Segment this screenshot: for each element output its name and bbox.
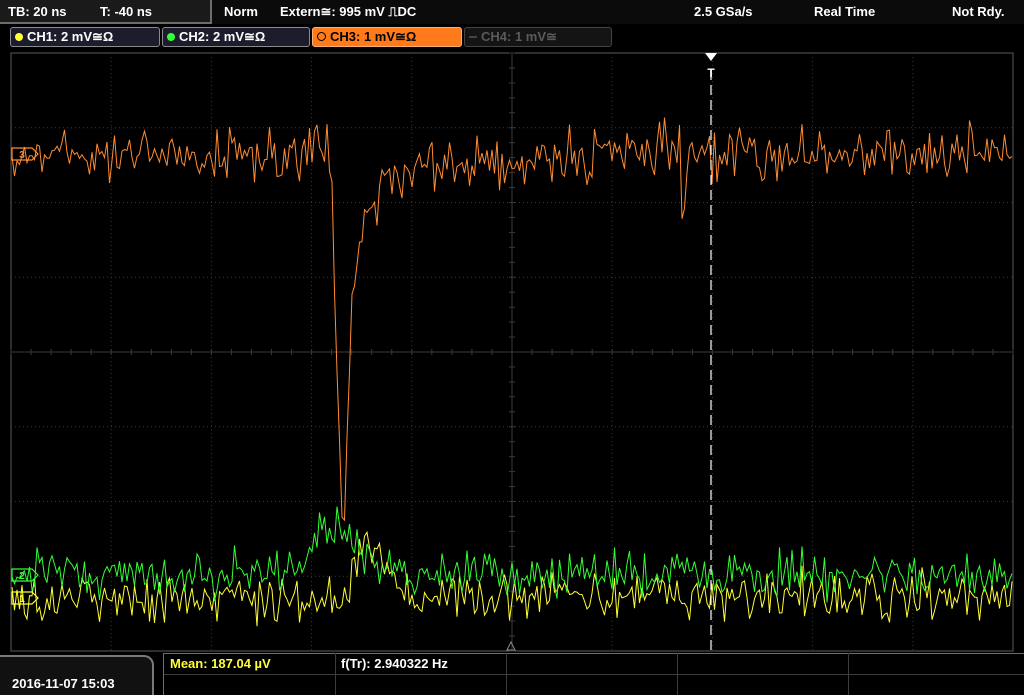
trigger-offset-label[interactable]: T: -40 ns — [100, 4, 152, 19]
mean-measurement[interactable]: Mean: 187.04 µV — [170, 656, 271, 671]
circle-dot-icon — [317, 32, 326, 41]
channel-label: CH1: 2 mV≅Ω — [27, 29, 114, 44]
channel-marker-label: 1 — [19, 594, 25, 605]
datetime-panel: 2016-11-07 15:03 — [0, 655, 154, 695]
circle-dot-icon — [167, 33, 175, 41]
status-bar: TB: 20 ns T: -40 ns Norm Extern≅: 995 mV… — [0, 0, 1024, 24]
channel-marker-label: 3 — [19, 150, 25, 161]
channel-label: CH4: 1 mV≅ — [481, 29, 557, 44]
circle-dot-icon — [15, 33, 23, 41]
channel-tab-ch3[interactable]: CH3: 1 mV≅Ω — [312, 27, 462, 47]
status-label: Not Rdy. — [952, 4, 1005, 19]
trigger-source-label[interactable]: Extern≅: 995 mV ⎍DC — [280, 4, 416, 20]
channel-bar: CH1: 2 mV≅Ω CH2: 2 mV≅Ω CH3: 1 mV≅Ω CH4:… — [0, 24, 1024, 48]
acquisition-mode-label[interactable]: Norm — [224, 4, 258, 19]
measurement-grid — [163, 653, 1024, 695]
timebase-panel[interactable]: TB: 20 ns T: -40 ns — [0, 0, 212, 24]
dash-icon — [469, 36, 477, 38]
waveform-display[interactable]: T 3 2 1 — [0, 48, 1024, 653]
channel-label: CH2: 2 mV≅Ω — [179, 29, 266, 44]
timebase-label[interactable]: TB: 20 ns — [8, 4, 67, 19]
frequency-measurement[interactable]: f(Tr): 2.940322 Hz — [341, 656, 448, 671]
channel-label: CH3: 1 mV≅Ω — [330, 29, 417, 44]
trigger-marker-label: T — [707, 66, 715, 80]
mode-label[interactable]: Real Time — [814, 4, 875, 19]
channel-tab-ch2[interactable]: CH2: 2 mV≅Ω — [162, 27, 310, 47]
channel-tab-ch1[interactable]: CH1: 2 mV≅Ω — [10, 27, 160, 47]
sample-rate-label[interactable]: 2.5 GSa/s — [694, 4, 753, 19]
datetime-label: 2016-11-07 15:03 — [12, 676, 115, 691]
channel-tab-ch4[interactable]: CH4: 1 mV≅ — [464, 27, 612, 47]
channel-marker-label: 2 — [19, 571, 25, 582]
